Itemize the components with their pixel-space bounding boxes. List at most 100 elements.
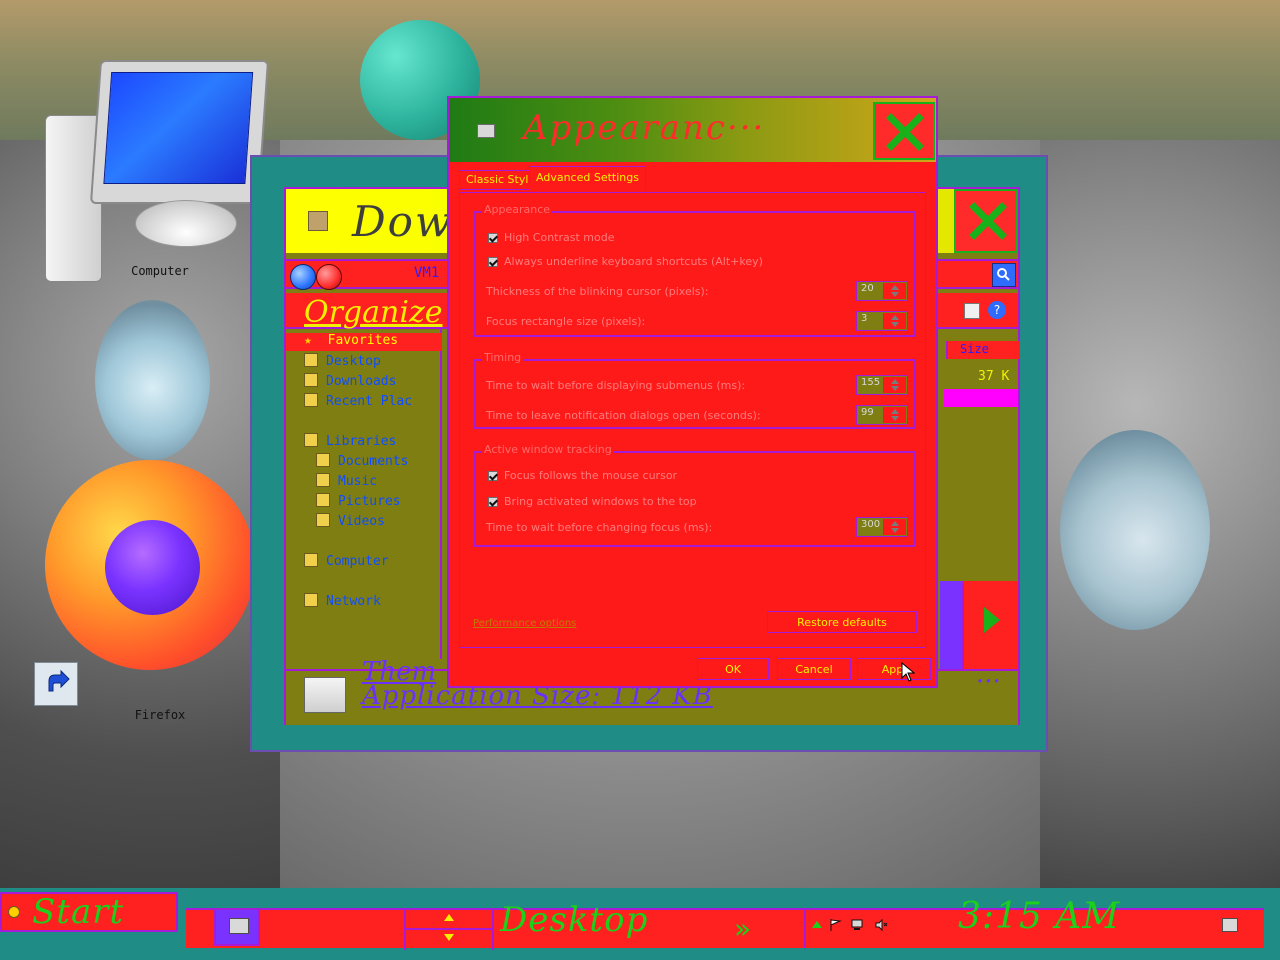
high-contrast-checkbox[interactable] <box>488 233 498 243</box>
spin-up-icon <box>891 285 899 290</box>
taskbar-computer-button[interactable] <box>214 908 260 946</box>
spin-up-icon <box>891 409 899 414</box>
preview-pane-toggle[interactable] <box>962 581 1018 669</box>
spinner-arrows[interactable] <box>883 283 906 299</box>
taskbar-main: Desktop » 3:15 AM <box>186 896 1264 950</box>
nav-item-label: Computer <box>326 554 389 569</box>
nav-item-label: Downloads <box>326 374 397 389</box>
apply-button[interactable]: Appl <box>857 658 931 680</box>
start-label: Start <box>32 892 125 932</box>
firefox-desktop-icon[interactable] <box>45 460 255 670</box>
nav-item-label: Videos <box>338 514 385 529</box>
computer-icon <box>304 553 318 567</box>
spin-down-icon <box>891 528 899 533</box>
dialog-close-button[interactable] <box>873 102 935 160</box>
star-icon: ★ <box>304 333 312 348</box>
restore-defaults-button[interactable]: Restore defaults <box>767 611 917 633</box>
taskbar-clock[interactable]: 3:15 AM <box>958 896 1120 937</box>
underline-shortcuts-checkbox[interactable] <box>488 257 498 267</box>
nav-item-documents[interactable]: Documents <box>316 453 408 469</box>
search-icon <box>997 268 1010 281</box>
file-type-icon <box>304 677 346 713</box>
firefox-globe <box>105 520 200 615</box>
nav-item-desktop[interactable]: Desktop <box>304 353 381 369</box>
dialog-titlebar[interactable]: Appearanc··· <box>449 98 936 162</box>
volume-muted-icon[interactable] <box>874 918 888 932</box>
help-icon[interactable]: ? <box>988 301 1006 319</box>
selection-highlight <box>944 389 1018 407</box>
start-button[interactable]: Start <box>0 892 178 932</box>
favorites-label: Favorites <box>327 333 399 348</box>
submenu-delay-label: Time to wait before displaying submenus … <box>486 379 746 392</box>
focus-change-delay-spinner[interactable]: 300 <box>856 517 908 537</box>
pictures-icon <box>316 493 330 507</box>
computer-icon-label-wrap: Computer <box>90 264 230 278</box>
focus-follows-mouse-checkbox[interactable] <box>488 471 498 481</box>
desktop-toolbar-label[interactable]: Desktop <box>500 900 648 940</box>
nav-item-label: Music <box>338 474 378 489</box>
nav-item-videos[interactable]: Videos <box>316 513 385 529</box>
computer-icon-label: Computer <box>131 264 189 278</box>
focus-rectangle-label: Focus rectangle size (pixels): <box>486 315 646 328</box>
active-window-tracking-title: Active window tracking <box>482 443 614 456</box>
view-icon[interactable] <box>964 303 980 319</box>
focus-rectangle-spinner[interactable]: 3 <box>856 311 908 331</box>
flag-icon[interactable] <box>828 918 842 932</box>
bring-to-top-label: Bring activated windows to the top <box>504 495 697 508</box>
cursor-thickness-label: Thickness of the blinking cursor (pixels… <box>486 285 709 298</box>
address-location[interactable]: VM1 <box>414 265 439 281</box>
spinner-arrows[interactable] <box>883 377 906 393</box>
back-button[interactable] <box>290 264 316 290</box>
monitor-screen <box>103 72 254 184</box>
nav-item-label: Desktop <box>326 354 381 369</box>
spin-down-icon <box>891 386 899 391</box>
spin-down-icon <box>891 416 899 421</box>
favorites-item[interactable]: ★ Favorites <box>286 333 442 351</box>
appearance-group-title: Appearance <box>482 203 553 216</box>
show-desktop-button[interactable] <box>1222 918 1238 932</box>
explorer-close-button[interactable] <box>954 189 1018 253</box>
wallpaper-eye-right <box>1060 430 1210 630</box>
up-arrow-icon[interactable] <box>810 918 824 932</box>
windows-logo-icon <box>8 906 20 918</box>
search-button[interactable] <box>992 263 1016 287</box>
nav-item-recent[interactable]: Recent Plac <box>304 393 412 409</box>
nav-item-label: Libraries <box>326 434 397 449</box>
cursor-thickness-spinner[interactable]: 20 <box>856 281 908 301</box>
submenu-delay-spinner[interactable]: 155 <box>856 375 908 395</box>
chevron-icon[interactable]: » <box>734 912 751 945</box>
spinner-arrows[interactable] <box>883 519 906 535</box>
nav-item-pictures[interactable]: Pictures <box>316 493 401 509</box>
organize-button[interactable]: Organize <box>304 295 443 330</box>
libraries-item[interactable]: Libraries <box>304 433 396 449</box>
active-window-tracking-group: Active window tracking Focus follows the… <box>474 443 916 547</box>
high-contrast-label: High Contrast mode <box>504 231 615 244</box>
spinner-arrows[interactable] <box>883 407 906 423</box>
firefox-icon-label: Firefox <box>134 708 186 722</box>
network-tray-icon[interactable] <box>850 918 864 932</box>
recent-places-icon <box>304 393 318 407</box>
forward-button[interactable] <box>316 264 342 290</box>
cancel-button[interactable]: Cancel <box>777 658 851 680</box>
appearance-group: Appearance High Contrast mode Always und… <box>474 203 916 337</box>
nav-item-music[interactable]: Music <box>316 473 377 489</box>
timing-group-title: Timing <box>482 351 524 364</box>
network-item[interactable]: Network <box>304 593 381 609</box>
spin-up-icon <box>891 379 899 384</box>
tab-panel-advanced: Appearance High Contrast mode Always und… <box>459 192 926 648</box>
bring-to-top-checkbox[interactable] <box>488 497 498 507</box>
notification-timeout-spinner[interactable]: 99 <box>856 405 908 425</box>
appearance-dialog: Appearanc··· Classic Style Advanced Sett… <box>447 96 938 688</box>
nav-item-label: Recent Plac <box>326 394 413 409</box>
size-column-header[interactable]: Size <box>946 341 1020 359</box>
downloads-icon <box>304 373 318 387</box>
ok-button[interactable]: OK <box>697 658 769 680</box>
taskbar-scroll[interactable] <box>404 910 494 950</box>
computer-desktop-icon[interactable] <box>45 60 270 282</box>
performance-options-link[interactable]: Performance options <box>473 618 576 629</box>
spinner-arrows[interactable] <box>883 313 906 329</box>
navigation-pane: ★ Favorites Desktop Downloads Recent Pla… <box>286 329 442 659</box>
nav-item-downloads[interactable]: Downloads <box>304 373 396 389</box>
computer-item[interactable]: Computer <box>304 553 389 569</box>
tab-advanced-settings[interactable]: Advanced Settings <box>529 166 646 190</box>
